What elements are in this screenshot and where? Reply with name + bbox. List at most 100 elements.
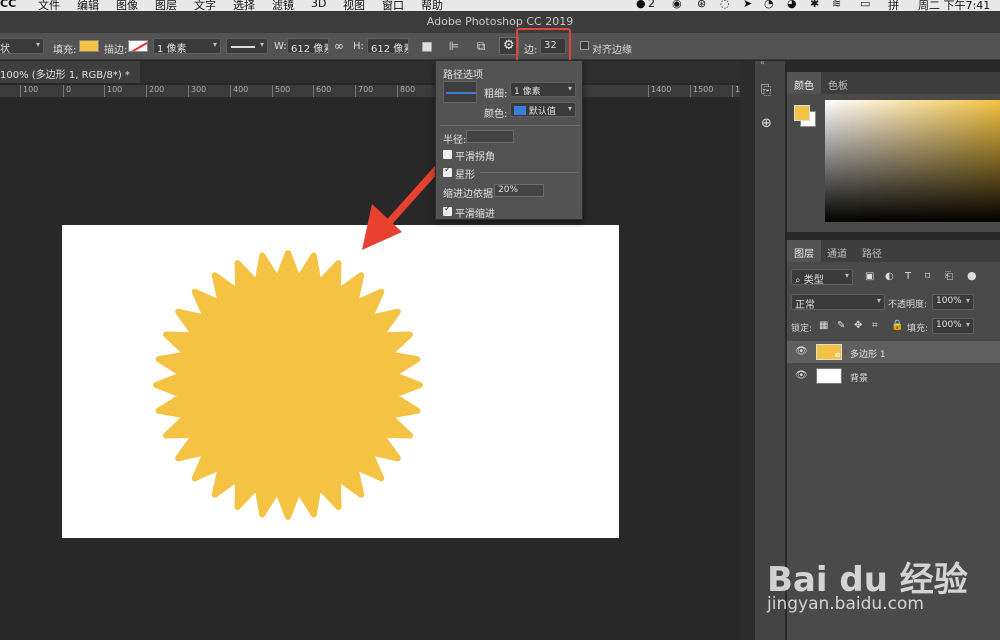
ime-indicator[interactable]: 拼: [888, 0, 899, 11]
stroke-type-select[interactable]: ▾: [226, 38, 268, 54]
eye-icon[interactable]: 👁: [795, 370, 808, 381]
menu-edit[interactable]: 编辑: [77, 0, 99, 11]
ruler-tick-label: 600: [313, 85, 331, 97]
path-color-select[interactable]: 默认值 ▾: [510, 102, 576, 117]
stroke-swatch[interactable]: [128, 40, 148, 52]
bluetooth-icon[interactable]: ✱: [810, 0, 819, 10]
fill-swatch[interactable]: [79, 40, 99, 52]
indent-label: 缩进边依据:: [443, 189, 497, 200]
document-tab[interactable]: 100% (多边形 1, RGB/8*) *: [0, 61, 140, 83]
layer-name[interactable]: 多边形 1: [850, 347, 886, 360]
color-picker-field[interactable]: [825, 100, 1000, 222]
smooth-corners-checkbox[interactable]: [443, 150, 452, 159]
document-canvas[interactable]: [62, 225, 619, 538]
menu-image[interactable]: 图像: [116, 0, 138, 11]
cc-icon[interactable]: ⊛: [697, 0, 706, 10]
lock-position-icon[interactable]: ✥: [854, 320, 862, 331]
menu-file[interactable]: 文件: [38, 0, 60, 11]
menu-view[interactable]: 视图: [343, 0, 365, 11]
no-stroke-icon: [129, 41, 147, 51]
radius-input[interactable]: [466, 130, 514, 143]
divider: [480, 172, 578, 173]
baidu-watermark: Bai du 经验 jingyan.baidu.com: [755, 534, 968, 634]
properties-icon[interactable]: ⊕: [761, 116, 772, 131]
battery-icon[interactable]: ▭: [860, 0, 870, 10]
opacity-value: 100%: [936, 296, 962, 306]
mac-menubar: CC 文件 编辑 图像 图层 文字 选择 滤镜 3D 视图 窗口 帮助 ● 2 …: [0, 0, 1000, 11]
ruler-tick-label: 100: [20, 85, 38, 97]
tool-mode-select[interactable]: 形状 ▾: [0, 38, 44, 54]
chevron-down-icon: ▾: [965, 296, 970, 305]
layer-name[interactable]: 背景: [850, 371, 868, 384]
color-label: 颜色:: [484, 109, 508, 120]
blend-mode-select[interactable]: 正常 ▾: [791, 294, 885, 310]
status-icon[interactable]: ◉: [672, 0, 682, 10]
smooth-indent-checkbox[interactable]: [443, 204, 452, 216]
notification-icon[interactable]: ●: [636, 0, 646, 10]
indent-input[interactable]: 20%: [494, 184, 544, 197]
window-titlebar: Adobe Photoshop CC 2019: [0, 11, 1000, 33]
sync-icon[interactable]: ◌: [720, 0, 730, 10]
menu-window[interactable]: 窗口: [382, 0, 404, 11]
timer-icon[interactable]: ◕: [787, 0, 797, 10]
pixel-layer-filter-icon[interactable]: ▣: [865, 271, 874, 282]
menu-app[interactable]: CC: [0, 0, 16, 10]
menu-type[interactable]: 文字: [194, 0, 216, 11]
notification-count: 2: [648, 0, 655, 10]
shape-filter-icon[interactable]: ⌑: [925, 271, 930, 282]
star-checkbox[interactable]: [443, 165, 452, 177]
menu-filter[interactable]: 滤镜: [272, 0, 294, 11]
chevron-down-icon: ▾: [844, 271, 849, 280]
layer-filter-select[interactable]: ⌕ 类型 ▾: [791, 269, 853, 285]
foreground-color-swatch[interactable]: [794, 105, 810, 121]
lock-image-icon[interactable]: ✎: [837, 320, 845, 331]
layer-row-polygon[interactable]: 👁 ⧈ 多边形 1: [787, 341, 1000, 363]
tab-layers[interactable]: 图层: [787, 240, 821, 262]
type-filter-icon[interactable]: T: [905, 271, 911, 282]
wifi-icon[interactable]: ≋: [832, 0, 841, 10]
shape-layer-icon: ⧈: [834, 350, 840, 359]
height-input[interactable]: 612 像素: [367, 38, 409, 54]
lock-transparent-icon[interactable]: ▦: [819, 320, 828, 331]
chevron-down-icon: ▾: [567, 104, 572, 113]
menu-help[interactable]: 帮助: [421, 0, 443, 11]
filter-toggle-icon[interactable]: ●: [967, 269, 977, 282]
menu-select[interactable]: 选择: [233, 0, 255, 11]
width-value: 612 像素: [291, 44, 328, 54]
blend-mode-value: 正常: [795, 300, 815, 310]
opacity-input[interactable]: 100% ▾: [932, 294, 974, 310]
smart-object-filter-icon[interactable]: ⎗: [945, 271, 953, 282]
path-arrangement-icon[interactable]: ⧉: [473, 38, 489, 54]
tab-channels[interactable]: 通道: [820, 240, 854, 262]
menu-layer[interactable]: 图层: [155, 0, 177, 11]
window-title: Adobe Photoshop CC 2019: [426, 15, 574, 28]
layer-row-background[interactable]: 👁 背景: [787, 365, 1000, 387]
history-icon[interactable]: ⎘: [761, 83, 771, 98]
tab-color[interactable]: 颜色: [787, 72, 821, 94]
menubar-clock[interactable]: 周二 下午7:41: [918, 0, 990, 11]
clock-menu-icon[interactable]: ◔: [764, 0, 774, 10]
location-icon[interactable]: ➤: [743, 0, 752, 10]
stroke-label: 描边:: [104, 45, 128, 56]
width-input[interactable]: 612 像素: [287, 38, 329, 54]
path-alignment-icon[interactable]: ⊫: [446, 38, 462, 54]
star-shape[interactable]: [153, 250, 423, 520]
lock-all-icon[interactable]: 🔒: [891, 320, 903, 331]
eye-icon[interactable]: 👁: [795, 346, 808, 357]
align-edges-checkbox[interactable]: [580, 41, 589, 50]
link-icon[interactable]: ∞: [331, 38, 347, 54]
height-label: H:: [353, 41, 364, 52]
fill-opacity-input[interactable]: 100% ▾: [932, 318, 974, 334]
color-panel: 颜色 色板: [787, 72, 1000, 232]
adjustment-filter-icon[interactable]: ◐: [885, 271, 894, 282]
stroke-width-select[interactable]: 1 像素 ▾: [153, 38, 221, 54]
thickness-select[interactable]: 1 像素 ▾: [510, 82, 576, 97]
collapse-icon[interactable]: «: [760, 58, 765, 67]
menu-3d[interactable]: 3D: [311, 0, 326, 10]
align-edges-label: 对齐边缘: [592, 45, 632, 56]
lock-artboard-icon[interactable]: ⌗: [872, 320, 878, 331]
tab-paths[interactable]: 路径: [855, 240, 889, 262]
path-operations-icon[interactable]: ■: [419, 38, 435, 54]
height-value: 612 像素: [371, 44, 408, 54]
tab-swatches[interactable]: 色板: [821, 72, 855, 94]
